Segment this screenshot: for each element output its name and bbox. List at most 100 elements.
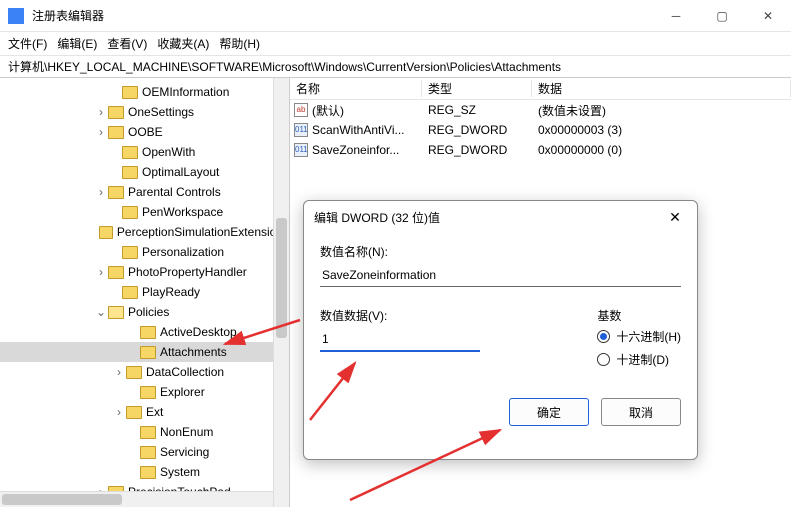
expand-icon[interactable]: ⌄ <box>94 305 108 319</box>
radio-dec[interactable]: 十进制(D) <box>597 351 681 368</box>
tree-label: System <box>160 465 200 479</box>
close-button[interactable]: ✕ <box>745 0 791 32</box>
tree-node-optimallayout[interactable]: OptimalLayout <box>0 162 289 182</box>
tree-label: Attachments <box>160 345 227 359</box>
tree-hscrollbar[interactable] <box>0 491 273 507</box>
value-row[interactable]: 011ScanWithAntiVi...REG_DWORD0x00000003 … <box>290 120 791 140</box>
value-row[interactable]: 011SaveZoneinfor...REG_DWORD0x00000000 (… <box>290 140 791 160</box>
folder-icon <box>126 406 142 419</box>
string-value-icon: ab <box>294 103 308 117</box>
dword-value-icon: 011 <box>294 143 308 157</box>
folder-icon <box>122 166 138 179</box>
tree-label: Explorer <box>160 385 205 399</box>
tree-label: Personalization <box>142 245 224 259</box>
folder-icon <box>108 106 124 119</box>
window-title: 注册表编辑器 <box>32 7 653 24</box>
address-text: 计算机\HKEY_LOCAL_MACHINE\SOFTWARE\Microsof… <box>8 58 561 75</box>
radio-dec-label: 十进制(D) <box>616 351 669 368</box>
radio-hex[interactable]: 十六进制(H) <box>597 328 681 345</box>
tree-node-nonenum[interactable]: NonEnum <box>0 422 289 442</box>
base-label: 基数 <box>597 307 681 324</box>
folder-icon <box>140 386 156 399</box>
maximize-button[interactable]: ▢ <box>699 0 745 32</box>
tree-node-system[interactable]: System <box>0 462 289 482</box>
tree-node-ext[interactable]: › Ext <box>0 402 289 422</box>
tree-scrollbar[interactable] <box>273 78 289 507</box>
tree-label: Ext <box>146 405 163 419</box>
tree-node-parental-controls[interactable]: ›Parental Controls <box>0 182 289 202</box>
value-type: REG_DWORD <box>422 143 532 157</box>
expand-icon[interactable]: › <box>94 265 108 279</box>
tree-label: OneSettings <box>128 105 194 119</box>
col-type[interactable]: 类型 <box>422 80 532 97</box>
expand-icon[interactable]: › <box>94 185 108 199</box>
ok-button[interactable]: 确定 <box>509 398 589 426</box>
radio-hex-label: 十六进制(H) <box>616 328 681 345</box>
tree-node-oeminformation[interactable]: OEMInformation <box>0 82 289 102</box>
dialog-title: 编辑 DWORD (32 位)值 <box>314 209 663 226</box>
menu-help[interactable]: 帮助(H) <box>219 35 260 52</box>
folder-icon <box>122 246 138 259</box>
value-row[interactable]: ab(默认)REG_SZ(数值未设置) <box>290 100 791 120</box>
tree-node-playready[interactable]: PlayReady <box>0 282 289 302</box>
folder-icon <box>140 446 156 459</box>
folder-icon <box>108 306 124 319</box>
menu-view[interactable]: 查看(V) <box>107 35 147 52</box>
expand-icon[interactable]: › <box>94 105 108 119</box>
tree-node-photopropertyhandler[interactable]: ›PhotoPropertyHandler <box>0 262 289 282</box>
folder-icon <box>140 326 156 339</box>
tree-node-servicing[interactable]: Servicing <box>0 442 289 462</box>
menu-favorites[interactable]: 收藏夹(A) <box>157 35 209 52</box>
tree-label: NonEnum <box>160 425 213 439</box>
minimize-button[interactable]: ─ <box>653 0 699 32</box>
tree-node-attachments[interactable]: Attachments <box>0 342 289 362</box>
menu-edit[interactable]: 编辑(E) <box>57 35 97 52</box>
value-name: SaveZoneinfor... <box>312 143 399 157</box>
menubar: 文件(F) 编辑(E) 查看(V) 收藏夹(A) 帮助(H) <box>0 32 791 56</box>
folder-icon <box>122 286 138 299</box>
tree-label: DataCollection <box>146 365 224 379</box>
cancel-button[interactable]: 取消 <box>601 398 681 426</box>
tree-label: Policies <box>128 305 169 319</box>
tree-node-penworkspace[interactable]: PenWorkspace <box>0 202 289 222</box>
value-name-field[interactable] <box>320 264 681 287</box>
expand-icon[interactable]: › <box>112 365 126 379</box>
tree-node-activedesktop[interactable]: ActiveDesktop <box>0 322 289 342</box>
value-data-label: 数值数据(V): <box>320 307 581 324</box>
tree-label: OptimalLayout <box>142 165 219 179</box>
expand-icon[interactable]: › <box>112 405 126 419</box>
folder-icon <box>126 366 142 379</box>
tree-node-openwith[interactable]: OpenWith <box>0 142 289 162</box>
value-data-field[interactable] <box>320 328 480 352</box>
address-bar[interactable]: 计算机\HKEY_LOCAL_MACHINE\SOFTWARE\Microsof… <box>0 56 791 78</box>
value-type: REG_DWORD <box>422 123 532 137</box>
folder-icon <box>108 186 124 199</box>
value-data: 0x00000003 (3) <box>532 123 791 137</box>
tree-node-datacollection[interactable]: › DataCollection <box>0 362 289 382</box>
col-data[interactable]: 数据 <box>532 80 791 97</box>
expand-icon[interactable]: › <box>94 125 108 139</box>
tree-label: OOBE <box>128 125 163 139</box>
tree-label: PenWorkspace <box>142 205 223 219</box>
registry-tree[interactable]: OEMInformation › OneSettings › OOBE OpenWith O… <box>0 78 290 507</box>
folder-icon <box>122 86 138 99</box>
folder-icon <box>140 426 156 439</box>
dword-value-icon: 011 <box>294 123 308 137</box>
col-name[interactable]: 名称 <box>290 80 422 97</box>
menu-file[interactable]: 文件(F) <box>8 35 47 52</box>
tree-node-onesettings[interactable]: › OneSettings <box>0 102 289 122</box>
edit-dword-dialog: 编辑 DWORD (32 位)值 ✕ 数值名称(N): 数值数据(V): 基数 … <box>303 200 698 460</box>
tree-node-oobe[interactable]: › OOBE <box>0 122 289 142</box>
tree-label: ActiveDesktop <box>160 325 237 339</box>
tree-label: PlayReady <box>142 285 200 299</box>
value-data: (数值未设置) <box>532 102 791 119</box>
folder-icon <box>140 466 156 479</box>
tree-node-personalization[interactable]: Personalization <box>0 242 289 262</box>
titlebar: 注册表编辑器 ─ ▢ ✕ <box>0 0 791 32</box>
tree-node-explorer[interactable]: Explorer <box>0 382 289 402</box>
folder-icon <box>99 226 112 239</box>
tree-node-perceptionsimulationextensions[interactable]: PerceptionSimulationExtensions <box>0 222 289 242</box>
tree-node-policies[interactable]: ⌄ Policies <box>0 302 289 322</box>
folder-icon <box>122 206 138 219</box>
dialog-close-button[interactable]: ✕ <box>663 209 687 226</box>
